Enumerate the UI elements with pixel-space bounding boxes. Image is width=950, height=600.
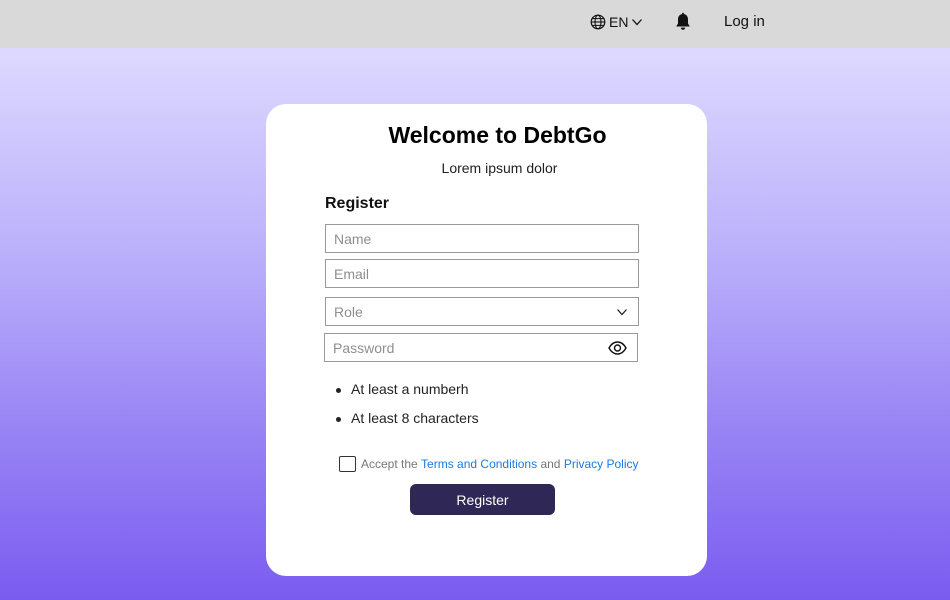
- page-title: Welcome to DebtGo: [388, 122, 607, 148]
- email-field[interactable]: [334, 265, 638, 282]
- password-rule-item: At least 8 characters: [336, 410, 479, 439]
- register-heading: Register: [325, 195, 390, 212]
- language-label: EN: [609, 14, 629, 30]
- chevron-down-icon: [617, 308, 627, 315]
- password-rules-list: At least a numberh At least 8 characters: [336, 381, 479, 439]
- bullet-icon: [336, 417, 341, 422]
- top-bar: EN Log in: [0, 0, 950, 48]
- page-subtitle: Lorem ipsum dolor: [441, 160, 558, 176]
- name-field-wrapper: [325, 224, 639, 253]
- terms-row: Accept the Terms and Conditions and Priv…: [339, 456, 639, 472]
- terms-checkbox[interactable]: [339, 456, 356, 472]
- role-select-placeholder: Role: [334, 303, 363, 320]
- bullet-icon: [336, 388, 341, 393]
- language-selector[interactable]: EN: [590, 12, 643, 32]
- password-field-wrapper: [324, 333, 638, 362]
- name-field[interactable]: [334, 230, 638, 247]
- terms-link[interactable]: Terms and Conditions: [421, 457, 537, 471]
- password-field[interactable]: [333, 339, 608, 356]
- bell-icon: [676, 12, 690, 30]
- register-card: Welcome to DebtGo Lorem ipsum dolor Regi…: [266, 104, 707, 576]
- password-rule-text: At least a numberh: [351, 381, 469, 397]
- terms-prefix: Accept the: [361, 457, 418, 471]
- email-field-wrapper: [325, 259, 639, 288]
- privacy-link[interactable]: Privacy Policy: [564, 457, 639, 471]
- eye-icon[interactable]: [608, 340, 627, 355]
- notifications-button[interactable]: [673, 12, 693, 37]
- role-select[interactable]: Role: [325, 297, 639, 326]
- register-button[interactable]: Register: [410, 484, 555, 515]
- globe-icon: [590, 14, 606, 30]
- terms-conjunction: and: [540, 457, 561, 471]
- password-rule-item: At least a numberh: [336, 381, 479, 410]
- chevron-down-icon: [632, 19, 643, 26]
- login-link[interactable]: Log in: [724, 13, 765, 30]
- password-rule-text: At least 8 characters: [351, 410, 479, 426]
